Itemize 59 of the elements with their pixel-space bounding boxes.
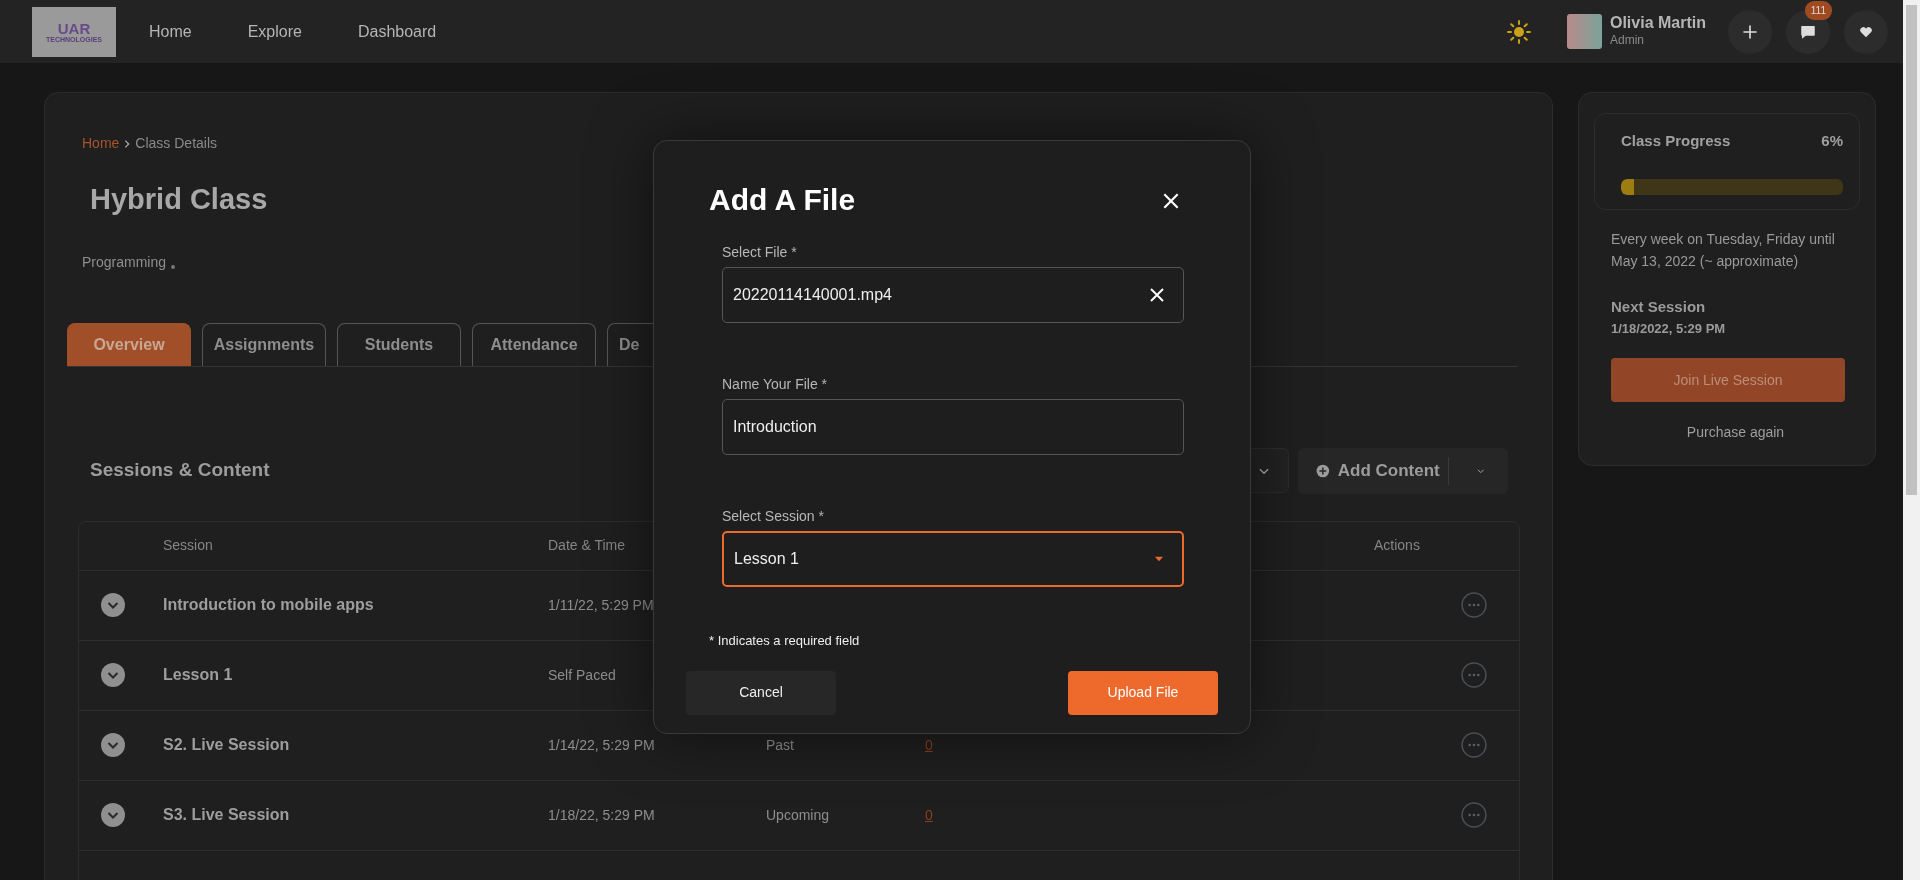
progress-percent: 6% [1821, 131, 1843, 151]
select-field[interactable]: Lesson 1 [722, 531, 1184, 587]
expand-icon[interactable] [101, 733, 125, 757]
session-name: S2. Live Session [163, 735, 290, 755]
modal-title: Add A File [709, 182, 856, 218]
scrollbar[interactable] [1903, 0, 1920, 880]
input-field[interactable]: Introduction [722, 399, 1184, 455]
cancel-button[interactable]: Cancel [686, 670, 836, 715]
plus-icon [1741, 22, 1759, 41]
breadcrumb-current: Class Details [135, 134, 218, 153]
scroll-thumb[interactable] [1906, 5, 1917, 495]
add-button[interactable] [1728, 9, 1772, 54]
page-title: Hybrid Class [90, 182, 268, 217]
next-session-date: 1/18/2022, 5:29 PM [1611, 319, 1727, 338]
required-note: * Indicates a required field [709, 632, 861, 650]
breadcrumb-link[interactable]: Home [82, 133, 120, 154]
add-content-button[interactable]: Add Content [1298, 447, 1508, 494]
upload-button[interactable]: Upload File [1068, 670, 1218, 715]
session-name: S3. Live Session [163, 805, 290, 825]
field-label: Select Session * [722, 507, 825, 526]
session-name: Introduction to mobile apps [163, 595, 374, 615]
expand-icon[interactable] [101, 803, 125, 827]
purchase-link[interactable]: Purchase again [1594, 422, 1860, 444]
avatar [1566, 14, 1602, 49]
column-header: Date & Time [548, 536, 626, 555]
clear-icon[interactable] [1148, 286, 1166, 304]
progress-title: Class Progress [1621, 131, 1731, 151]
nav-link[interactable]: Explore [247, 19, 302, 44]
column-header: Session [163, 536, 213, 555]
column-header: Actions [1373, 536, 1420, 555]
category-label: Programming [82, 252, 167, 272]
section-title: Sessions & Content [90, 458, 270, 483]
tab[interactable]: Students [337, 322, 461, 366]
tab[interactable]: Assignments [202, 322, 326, 366]
favorites-button[interactable] [1844, 9, 1888, 54]
field-label: Select File * [722, 243, 798, 262]
user-role: Admin [1609, 32, 1645, 50]
notification-badge: 111 [1804, 0, 1832, 20]
sun-icon[interactable] [1506, 19, 1531, 44]
session-name: Lesson 1 [163, 665, 233, 685]
session-status: Upcoming [766, 805, 830, 825]
session-date: Self Paced [548, 665, 616, 685]
next-session-label: Next Session [1611, 297, 1707, 318]
expand-icon[interactable] [101, 663, 125, 687]
session-date: 1/18/22, 5:29 PM [548, 805, 655, 825]
nav-link[interactable]: Home [149, 19, 192, 44]
tab[interactable]: Attendance [472, 322, 596, 366]
session-status: Past [766, 735, 794, 755]
schedule-text: Every week on Tuesday, Friday until May 13, 2022 (~ approximate) [1611, 229, 1836, 271]
nav-link[interactable]: Dashboard [357, 19, 437, 44]
heart-icon [1859, 24, 1873, 39]
tab[interactable]: Overview [67, 322, 191, 366]
field-label: Name Your File * [722, 375, 829, 394]
user-name: Olivia Martin [1609, 13, 1706, 32]
separator-dot [171, 264, 176, 269]
session-date: 1/11/22, 5:29 PM [548, 595, 654, 615]
session-date: 1/14/22, 5:29 PM [548, 735, 655, 755]
expand-icon[interactable] [101, 593, 125, 617]
file-field[interactable]: 20220114140001.mp4 [722, 267, 1184, 323]
